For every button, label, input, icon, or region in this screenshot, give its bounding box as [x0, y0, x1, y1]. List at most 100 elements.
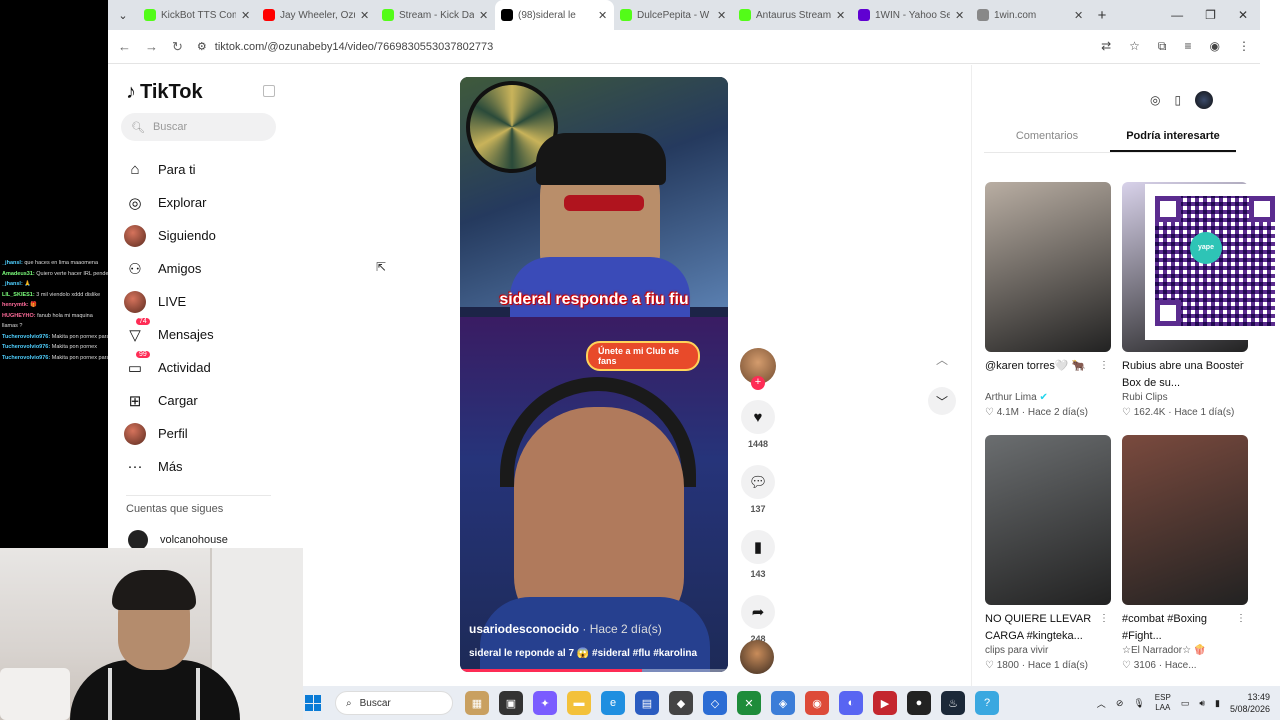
browser-tab[interactable]: KickBot TTS Com ✕: [138, 0, 257, 30]
discord-icon[interactable]: ◐: [839, 691, 863, 715]
bookmark-icon[interactable]: ▮: [741, 530, 775, 564]
recommended-video-card[interactable]: ⋮ @karen torres🤍 🐂 Arthur Lima ✔ ♡ 4.1M …: [985, 182, 1111, 418]
video-thumbnail[interactable]: [985, 182, 1111, 352]
bookmark-star-icon[interactable]: ☆: [1129, 39, 1140, 54]
display-icon[interactable]: ▭: [1181, 698, 1190, 709]
nav-item-actividad[interactable]: ▭ 99 Actividad: [124, 351, 216, 384]
edge-icon[interactable]: e: [601, 691, 625, 715]
search-input[interactable]: 🔍︎ Buscar: [121, 113, 276, 141]
browser-tab[interactable]: Antaurus Stream ✕: [733, 0, 852, 30]
minimize-icon[interactable]: —: [1171, 8, 1183, 22]
close-tab-icon[interactable]: ✕: [717, 9, 727, 22]
more-options-icon[interactable]: ⋮: [1099, 360, 1109, 371]
save-action[interactable]: ▮ 143: [738, 530, 778, 579]
more-options-icon[interactable]: ⋮: [1236, 360, 1246, 371]
browser-tab[interactable]: 1WIN - Yahoo Se ✕: [852, 0, 971, 30]
file-explorer-icon[interactable]: ▬: [567, 691, 591, 715]
nav-item-parati[interactable]: ⌂ Para ti: [124, 153, 216, 186]
new-tab-button[interactable]: +: [1090, 7, 1114, 24]
volume-icon[interactable]: 🔊︎: [1199, 698, 1205, 709]
card-author[interactable]: Rubi Clips: [1122, 392, 1248, 403]
extensions-icon[interactable]: ⧉: [1158, 39, 1167, 54]
nav-item-siguiendo[interactable]: Siguiendo: [124, 219, 216, 252]
restore-icon[interactable]: ❐: [1205, 8, 1216, 22]
copilot-icon[interactable]: ✦: [533, 691, 557, 715]
nav-item-cargar[interactable]: ⊞ Cargar: [124, 384, 216, 417]
comment-icon[interactable]: 💬︎: [741, 465, 775, 499]
browser-tab[interactable]: Stream - Kick Da ✕: [376, 0, 495, 30]
nav-item-explorar[interactable]: ◎ Explorar: [124, 186, 216, 219]
language-indicator[interactable]: ESP LAA: [1155, 693, 1171, 713]
right-tab[interactable]: Podría interesarte: [1110, 127, 1236, 152]
video-author[interactable]: usariodesconocido · Hace 2 día(s): [469, 622, 662, 636]
browser-tab[interactable]: Jay Wheeler, Ozu ✕: [257, 0, 376, 30]
chrome-icon[interactable]: ◉: [805, 691, 829, 715]
card-author[interactable]: Arthur Lima ✔: [985, 392, 1111, 403]
chevron-down-icon[interactable]: ﹀: [928, 387, 956, 415]
video-thumbnail[interactable]: [1122, 435, 1248, 605]
clock[interactable]: 13:49 5/08/2026: [1230, 691, 1270, 715]
site-info-icon[interactable]: ⚙: [197, 40, 207, 53]
battery-icon[interactable]: ▮: [1215, 698, 1220, 709]
taskbar-search[interactable]: ⌕ Buscar: [335, 691, 453, 715]
browser-tab[interactable]: (98)sideral le ✕: [495, 0, 614, 30]
chevron-up-icon[interactable]: ︿: [928, 345, 956, 373]
reload-icon[interactable]: ↻: [172, 39, 183, 55]
browser-tab[interactable]: 1win.com ✕: [971, 0, 1090, 30]
nav-item-ms[interactable]: ··· Más: [124, 450, 216, 483]
following-item[interactable]: volcanohouse: [128, 530, 228, 550]
translate-icon[interactable]: ⇄: [1101, 39, 1111, 54]
close-tab-icon[interactable]: ✕: [836, 9, 846, 22]
video-progress-bar[interactable]: [460, 669, 728, 672]
nav-item-perfil[interactable]: Perfil: [124, 417, 216, 450]
join-club-button[interactable]: Únete a mi Club de fans: [586, 341, 700, 371]
tab-search-chevron-icon[interactable]: ⌄: [108, 9, 138, 22]
nav-item-live[interactable]: LIVE: [124, 285, 216, 318]
close-tab-icon[interactable]: ✕: [479, 9, 489, 22]
profile-icon[interactable]: ◉: [1210, 39, 1220, 54]
video-thumbnail[interactable]: [985, 435, 1111, 605]
more-options-icon[interactable]: ⋮: [1236, 613, 1246, 624]
device-icon[interactable]: ▯: [1174, 93, 1181, 107]
network-off-icon[interactable]: ⊘: [1116, 698, 1124, 709]
right-tab[interactable]: Comentarios: [984, 127, 1110, 152]
heart-icon[interactable]: ♥: [741, 400, 775, 434]
widgets-icon[interactable]: ▦: [465, 691, 489, 715]
collapse-sidebar-icon[interactable]: [263, 85, 275, 97]
close-tab-icon[interactable]: ✕: [955, 9, 965, 22]
follow-plus-icon[interactable]: +: [751, 376, 765, 390]
app-icon[interactable]: ◆: [669, 691, 693, 715]
close-tab-icon[interactable]: ✕: [598, 9, 608, 22]
recommended-video-card[interactable]: ⋮ #combat #Boxing #Fight... ☆El Narrador…: [1122, 435, 1248, 671]
vscode-icon[interactable]: ◇: [703, 691, 727, 715]
store-icon[interactable]: ▤: [635, 691, 659, 715]
mic-icon[interactable]: 🎙︎: [1133, 698, 1144, 709]
windows-start-icon[interactable]: [305, 695, 321, 711]
user-avatar[interactable]: [1195, 91, 1214, 109]
forward-icon[interactable]: →: [145, 39, 158, 54]
app-icon[interactable]: ◈: [771, 691, 795, 715]
nav-item-mensajes[interactable]: ▽ 74 Mensajes: [124, 318, 216, 351]
close-tab-icon[interactable]: ✕: [360, 9, 370, 22]
task-view-icon[interactable]: ▣: [499, 691, 523, 715]
video-player[interactable]: sideral responde a fiu fiu Únete a mi Cl…: [460, 77, 728, 672]
close-tab-icon[interactable]: ✕: [241, 9, 251, 22]
app-icon[interactable]: ?: [975, 691, 999, 715]
app-icon[interactable]: ▶: [873, 691, 897, 715]
nav-item-amigos[interactable]: ⚇ Amigos: [124, 252, 216, 285]
creator-avatar[interactable]: +: [740, 348, 776, 390]
obs-icon[interactable]: ●: [907, 691, 931, 715]
compass-icon[interactable]: ◎: [1150, 93, 1160, 107]
close-window-icon[interactable]: ✕: [1238, 8, 1248, 22]
media-icon[interactable]: ≡: [1185, 39, 1192, 54]
recommended-video-card[interactable]: ⋮ NO QUIERE LLEVAR CARGA #kingteka... cl…: [985, 435, 1111, 671]
xbox-icon[interactable]: ✕: [737, 691, 761, 715]
tray-chevron-icon[interactable]: ︿: [1097, 697, 1106, 710]
share-action[interactable]: ➦ 248: [738, 595, 778, 644]
url-field[interactable]: ⚙ tiktok.com/@ozunabeby14/video/76698305…: [197, 40, 1087, 54]
comment-action[interactable]: 💬︎ 137: [738, 465, 778, 514]
music-disc-avatar[interactable]: [740, 640, 774, 674]
steam-icon[interactable]: ♨: [941, 691, 965, 715]
share-icon[interactable]: ➦: [741, 595, 775, 629]
tiktok-logo[interactable]: ♪ TikTok: [126, 81, 203, 104]
